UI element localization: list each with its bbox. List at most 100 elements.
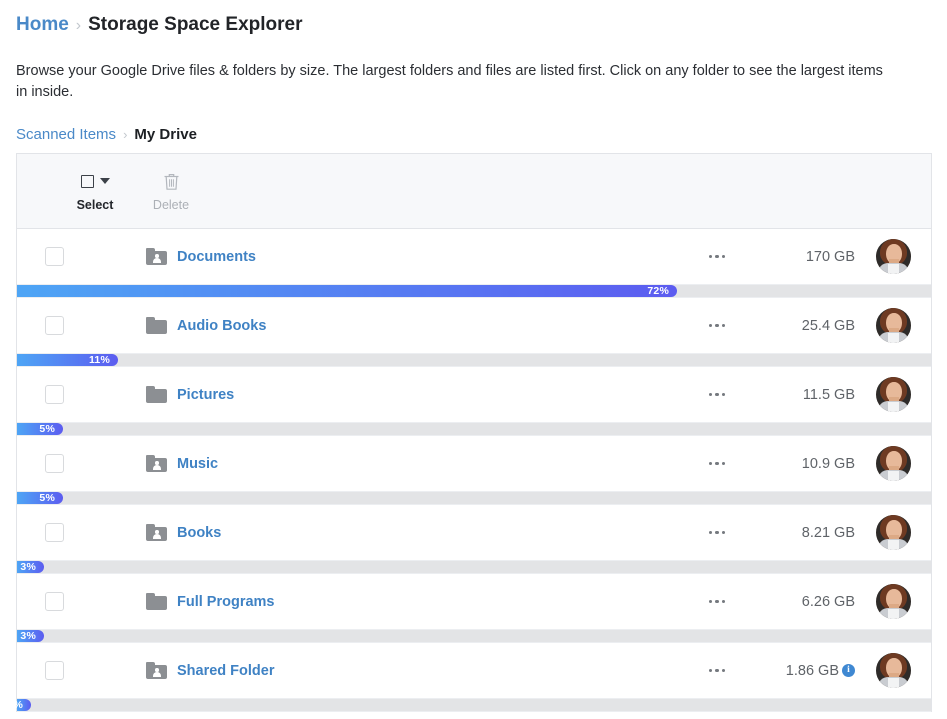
row-usage-bar-fill: 11% (17, 354, 118, 366)
folder-icon (146, 317, 167, 334)
row-checkbox[interactable] (44, 385, 64, 404)
more-options-icon[interactable] (707, 318, 728, 334)
row-usage-bar-fill: 5% (17, 492, 63, 504)
table-row[interactable]: Shared Folder 1.86 GB i (17, 643, 931, 699)
row-size-cell: 11.5 GB (747, 387, 855, 403)
explorer-row-list: Documents 170 GB 72% Audio Books 25.4 GB 11% P… (7, 229, 931, 712)
row-size-value: 170 GB (805, 248, 855, 265)
row-usage-bar: 1% (7, 699, 931, 712)
row-usage-bar: 5% (17, 492, 931, 505)
shared-folder-icon (146, 455, 167, 472)
row-usage-bar-fill: 3% (17, 630, 44, 642)
row-avatar-cell (855, 584, 931, 619)
row-menu-cell (687, 594, 747, 610)
row-size-cell: 10.9 GB (747, 456, 855, 472)
row-usage-bar-fill: 1% (7, 699, 31, 711)
row-size-cell: 1.86 GB i (747, 663, 855, 679)
table-row[interactable]: Books 8.21 GB (17, 505, 931, 561)
breadcrumb-separator-icon: › (75, 17, 82, 34)
more-options-icon[interactable] (707, 525, 728, 541)
table-row[interactable]: Pictures 11.5 GB (17, 367, 931, 423)
row-usage-bar-fill: 5% (17, 423, 63, 435)
sub-breadcrumb-separator-icon: › (123, 127, 128, 142)
row-checkbox[interactable] (44, 454, 64, 473)
row-menu-cell (687, 663, 747, 679)
row-avatar-cell (855, 446, 931, 481)
avatar[interactable] (875, 377, 911, 412)
table-row[interactable]: Music 10.9 GB (17, 436, 931, 492)
row-menu-cell (687, 318, 747, 334)
row-name-cell: Shared Folder (71, 662, 687, 679)
row-name-cell: Pictures (71, 386, 687, 403)
row-checkbox[interactable] (44, 661, 64, 680)
more-options-icon[interactable] (707, 663, 728, 679)
select-button-label: Select (76, 198, 114, 212)
avatar[interactable] (875, 515, 911, 550)
shared-folder-icon (146, 248, 167, 265)
row-checkbox[interactable] (44, 247, 64, 266)
row-menu-cell (687, 249, 747, 265)
row-size-value: 11.5 GB (802, 386, 855, 403)
row-name-cell: Audio Books (71, 317, 687, 334)
breadcrumb-home-link[interactable]: Home (16, 14, 69, 35)
folder-icon (146, 593, 167, 610)
row-item-name[interactable]: Pictures (177, 387, 234, 403)
row-size-cell: 25.4 GB (747, 318, 855, 334)
row-usage-bar-fill: 72% (17, 285, 677, 297)
info-icon[interactable]: i (842, 664, 855, 677)
row-item-name[interactable]: Full Programs (177, 594, 275, 610)
row-usage-bar: 3% (17, 561, 931, 574)
row-item-name[interactable]: Shared Folder (177, 663, 275, 679)
row-avatar-cell (855, 308, 931, 343)
row-menu-cell (687, 456, 747, 472)
breadcrumb-scanned-items-link[interactable]: Scanned Items (16, 126, 116, 143)
sub-breadcrumb-current: My Drive (134, 126, 197, 143)
avatar[interactable] (875, 446, 911, 481)
row-avatar-cell (855, 239, 931, 274)
select-button[interactable]: Select (71, 170, 119, 212)
row-size-value: 8.21 GB (801, 524, 855, 541)
chevron-down-icon (99, 178, 110, 184)
more-options-icon[interactable] (707, 594, 728, 610)
checkbox-icon (80, 174, 94, 188)
row-menu-cell (687, 387, 747, 403)
row-size-value: 25.4 GB (801, 317, 855, 334)
avatar[interactable] (875, 308, 911, 343)
row-checkbox-cell (17, 385, 71, 404)
row-avatar-cell (855, 377, 931, 412)
row-usage-percent: 5% (39, 423, 55, 435)
delete-button[interactable]: Delete (147, 170, 195, 212)
table-row[interactable]: Documents 170 GB (17, 229, 931, 285)
row-usage-bar: 3% (17, 630, 931, 643)
row-item-name[interactable]: Audio Books (177, 318, 266, 334)
folder-icon (146, 386, 167, 403)
row-checkbox-cell (17, 454, 71, 473)
row-item-name[interactable]: Documents (177, 249, 256, 265)
more-options-icon[interactable] (707, 456, 728, 472)
more-options-icon[interactable] (707, 249, 728, 265)
row-usage-bar: 11% (17, 354, 931, 367)
row-usage-percent: 5% (39, 492, 55, 504)
avatar[interactable] (875, 653, 911, 688)
table-row[interactable]: Audio Books 25.4 GB (17, 298, 931, 354)
row-checkbox[interactable] (44, 592, 64, 611)
row-checkbox-cell (17, 247, 71, 266)
row-checkbox-cell (17, 523, 71, 542)
row-usage-percent: 3% (20, 561, 36, 573)
avatar[interactable] (875, 239, 911, 274)
avatar[interactable] (875, 584, 911, 619)
row-usage-bar-fill: 3% (17, 561, 44, 573)
row-checkbox-cell (17, 316, 71, 335)
row-checkbox[interactable] (44, 316, 64, 335)
row-checkbox-cell (17, 592, 71, 611)
row-item-name[interactable]: Books (177, 525, 221, 541)
row-size-cell: 6.26 GB (747, 594, 855, 610)
explorer-toolbar: Select Delete (17, 154, 931, 229)
page-title: Storage Space Explorer (88, 14, 303, 35)
row-usage-bar: 72% (17, 285, 931, 298)
row-item-name[interactable]: Music (177, 456, 218, 472)
storage-explorer-table: Select Delete Documents 170 GB 72% Audio Bo… (7, 153, 932, 712)
more-options-icon[interactable] (707, 387, 728, 403)
table-row[interactable]: Full Programs 6.26 GB (17, 574, 931, 630)
row-checkbox[interactable] (44, 523, 64, 542)
